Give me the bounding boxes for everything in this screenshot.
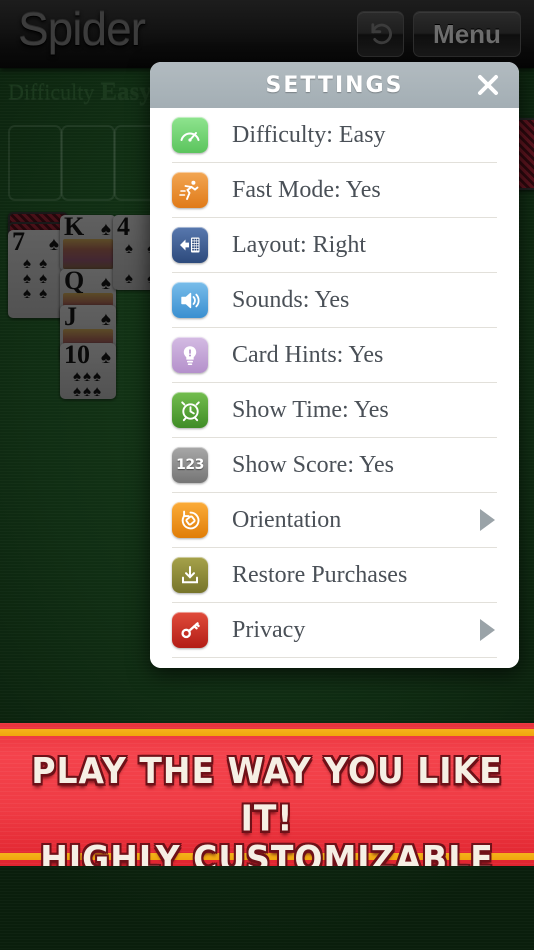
close-icon[interactable] <box>471 62 505 108</box>
alarm-clock-icon <box>172 392 208 428</box>
settings-row-label: Sounds: Yes <box>232 286 350 313</box>
rotate-icon <box>172 502 208 538</box>
settings-row-label: Show Time: Yes <box>232 396 389 423</box>
settings-row-difficulty[interactable]: Difficulty: Easy <box>172 108 497 163</box>
promo-banner[interactable]: PLAY THE WAY YOU LIKE IT! HIGHLY CUSTOMI… <box>0 723 534 866</box>
card-rank: Q <box>64 269 85 295</box>
card-rank: J <box>64 305 77 331</box>
lightbulb-icon <box>172 337 208 373</box>
key-icon <box>172 612 208 648</box>
difficulty-status-value: Easy <box>100 78 152 105</box>
foundation-slot[interactable] <box>61 125 115 201</box>
banner-stripe-top <box>0 729 534 736</box>
speaker-icon <box>172 282 208 318</box>
settings-row-label: Orientation <box>232 506 342 533</box>
card-suit: ♠ <box>100 219 111 240</box>
chevron-right-icon <box>480 509 495 531</box>
undo-arrow-icon <box>358 12 403 56</box>
difficulty-status-label: Difficulty <box>8 79 95 104</box>
settings-row-layout[interactable]: Layout: Right <box>172 218 497 273</box>
settings-row-label: Restore Purchases <box>232 561 408 588</box>
settings-dialog-header: SETTINGS <box>150 62 519 108</box>
undo-button[interactable] <box>357 11 404 57</box>
numbers-123-icon: 123 <box>172 447 208 483</box>
playing-card[interactable]: 10 ♠ ♠♠♠ ♠♠♠ <box>60 343 116 399</box>
chevron-right-icon <box>480 619 495 641</box>
gauge-icon <box>172 117 208 153</box>
settings-row-sounds[interactable]: Sounds: Yes <box>172 273 497 328</box>
settings-row-label: Layout: Right <box>232 231 366 258</box>
settings-row-show-time[interactable]: Show Time: Yes <box>172 383 497 438</box>
banner-line-2: HIGHLY CUSTOMIZABLE SETTINGS <box>40 838 494 866</box>
card-rank: 7 <box>12 230 25 256</box>
settings-row-privacy[interactable]: Privacy <box>172 603 497 658</box>
settings-row-label: Difficulty: Easy <box>232 121 386 148</box>
settings-row-label: Fast Mode: Yes <box>232 176 381 203</box>
runner-icon <box>172 172 208 208</box>
card-pips: ♠♠♠ ♠♠♠ <box>73 368 103 399</box>
difficulty-status: Difficulty Easy <box>8 78 152 106</box>
menu-button[interactable]: Menu <box>413 11 521 57</box>
card-suit: ♠ <box>48 234 59 255</box>
card-rank: 4 <box>117 215 130 241</box>
playing-card[interactable]: K ♠ <box>60 215 116 271</box>
download-icon <box>172 557 208 593</box>
card-pips: ♠ ♠ ♠ ♠ ♠ ♠ <box>22 255 50 302</box>
foundation-slot[interactable] <box>8 125 62 201</box>
menu-button-label: Menu <box>433 18 501 49</box>
layout-left-icon <box>172 227 208 263</box>
playing-card[interactable]: 7 ♠ ♠ ♠ ♠ ♠ ♠ ♠ <box>8 230 64 318</box>
card-rank: 10 <box>64 343 90 369</box>
top-bar: Spider Menu <box>0 0 534 68</box>
settings-row-orientation[interactable]: Orientation <box>172 493 497 548</box>
app-logo: Spider <box>18 3 146 55</box>
settings-list: Difficulty: Easy Fast Mode: Yes Layout: … <box>150 108 519 668</box>
card-suit: ♠ <box>100 273 111 294</box>
card-suit: ♠ <box>100 309 111 330</box>
settings-row-card-hints[interactable]: Card Hints: Yes <box>172 328 497 383</box>
banner-text: PLAY THE WAY YOU LIKE IT! HIGHLY CUSTOMI… <box>0 750 534 866</box>
settings-row-label: Privacy <box>232 616 306 643</box>
app-root: 7 ♠ ♠ ♠ ♠ ♠ ♠ ♠ K ♠ Q ♠ J ♠ 10 ♠ ♠♠♠ ♠♠♠ 4 … <box>0 0 534 950</box>
court-art <box>63 239 113 269</box>
settings-row-label: Show Score: Yes <box>232 451 395 478</box>
banner-line-1: PLAY THE WAY YOU LIKE IT! <box>31 749 503 840</box>
settings-row-fast-mode[interactable]: Fast Mode: Yes <box>172 163 497 218</box>
settings-dialog-title: SETTINGS <box>265 72 404 98</box>
settings-row-restore-purchases[interactable]: Restore Purchases <box>172 548 497 603</box>
card-suit: ♠ <box>100 347 111 368</box>
settings-row-show-score[interactable]: 123 Show Score: Yes <box>172 438 497 493</box>
settings-dialog: SETTINGS Difficulty: Easy Fast Mode: Yes… <box>150 62 519 668</box>
card-rank: K <box>64 215 85 241</box>
settings-row-label: Card Hints: Yes <box>232 341 384 368</box>
